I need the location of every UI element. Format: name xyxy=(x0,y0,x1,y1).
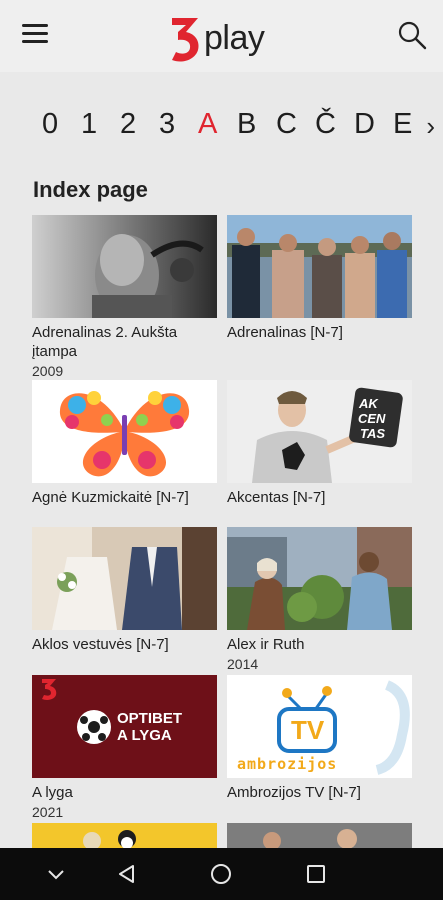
man-with-sign-icon: AK CEN TAS xyxy=(227,380,412,483)
title-label: Akcentas [N-7] xyxy=(227,489,326,506)
title-label: Agnė Kuzmickaitė [N-7] xyxy=(32,489,189,506)
title-card[interactable]: Aklos vestuvės [N-7] xyxy=(32,527,217,655)
butterfly-art-icon xyxy=(32,380,217,483)
page-title: Index page xyxy=(33,177,148,202)
letter-1[interactable]: 1 xyxy=(81,108,120,141)
title-label: Ambrozijos TV [N-7] xyxy=(227,784,361,801)
thumbnail[interactable] xyxy=(32,823,217,848)
letter-0[interactable]: 0 xyxy=(42,108,81,141)
action-still-icon xyxy=(32,215,217,318)
logo-three-mark xyxy=(172,18,199,62)
thumbnail[interactable] xyxy=(227,527,412,630)
thumbnail[interactable] xyxy=(32,380,217,483)
title-card[interactable]: OPTIBET A LYGA A lyga 2021 xyxy=(32,675,217,821)
title-card[interactable]: AK CEN TAS Akcentas [N-7] xyxy=(227,380,412,508)
title-card[interactable]: Agnė Kuzmickaitė [N-7] xyxy=(32,380,217,508)
thumbnail[interactable] xyxy=(227,823,412,848)
people-thumbnail-icon xyxy=(227,823,412,848)
title-label: Aklos vestuvės [N-7] xyxy=(32,636,169,653)
group-beach-photo-icon xyxy=(227,215,412,318)
year-label: 2009 xyxy=(32,363,64,379)
chevron-right-icon[interactable]: › xyxy=(426,111,435,142)
thumbnail[interactable] xyxy=(32,215,217,318)
title-card[interactable]: Adrenalinas 2. Aukšta įtampa 2009 xyxy=(32,215,217,380)
thumbnail[interactable]: OPTIBET A LYGA xyxy=(32,675,217,778)
back-chevron-icon[interactable] xyxy=(44,862,68,886)
title-label: A lyga xyxy=(32,784,73,801)
letter-2[interactable]: 2 xyxy=(120,108,159,141)
year-label: 2014 xyxy=(227,656,259,672)
letter-c[interactable]: C xyxy=(276,108,315,141)
ambro-tv-label: TV xyxy=(291,715,325,745)
app-header: play xyxy=(0,0,443,72)
wedding-photo-icon xyxy=(32,527,217,630)
system-navigation-bar xyxy=(0,848,443,900)
svg-text:AK: AK xyxy=(358,396,379,411)
ambro-word-label: ambrozijos xyxy=(237,755,338,773)
thumbnail[interactable] xyxy=(32,527,217,630)
back-triangle-icon[interactable] xyxy=(115,862,139,886)
svg-text:CEN: CEN xyxy=(358,411,386,426)
thumbnail[interactable] xyxy=(227,215,412,318)
app-logo[interactable]: play xyxy=(168,12,265,64)
title-label: Adrenalinas [N-7] xyxy=(227,324,343,341)
optibet-label-line1: OPTIBET xyxy=(117,710,183,727)
alphabet-index: 0 1 2 3 A B C Č D E xyxy=(0,100,443,148)
letter-c-caron[interactable]: Č xyxy=(315,108,354,141)
letter-3[interactable]: 3 xyxy=(159,108,198,141)
title-label: Alex ir Ruth xyxy=(227,636,305,653)
thumbnail[interactable]: TV ambrozijos xyxy=(227,675,412,778)
title-card[interactable]: TV ambrozijos Ambrozijos TV [N-7] xyxy=(227,675,412,803)
optibet-label-line2: A LYGA xyxy=(117,727,172,744)
title-label: Adrenalinas 2. Aukšta įtampa xyxy=(32,324,178,360)
search-icon[interactable] xyxy=(397,20,427,50)
title-card[interactable] xyxy=(227,823,412,848)
home-circle-icon[interactable] xyxy=(209,862,233,886)
couple-balcony-icon xyxy=(227,527,412,630)
thumbnail[interactable]: AK CEN TAS xyxy=(227,380,412,483)
menu-icon[interactable] xyxy=(22,24,48,46)
letter-d[interactable]: D xyxy=(354,108,393,141)
letter-b[interactable]: B xyxy=(237,108,276,141)
logo-text: play xyxy=(204,18,265,57)
year-label: 2021 xyxy=(32,804,64,820)
title-card[interactable]: Alex ir Ruth 2014 xyxy=(227,527,412,673)
title-card[interactable] xyxy=(32,823,217,848)
cartoon-thumbnail-icon xyxy=(32,823,217,848)
svg-text:TAS: TAS xyxy=(360,426,385,441)
recents-square-icon[interactable] xyxy=(304,862,328,886)
title-card[interactable]: Adrenalinas [N-7] xyxy=(227,215,412,343)
letter-a-active[interactable]: A xyxy=(198,108,237,141)
